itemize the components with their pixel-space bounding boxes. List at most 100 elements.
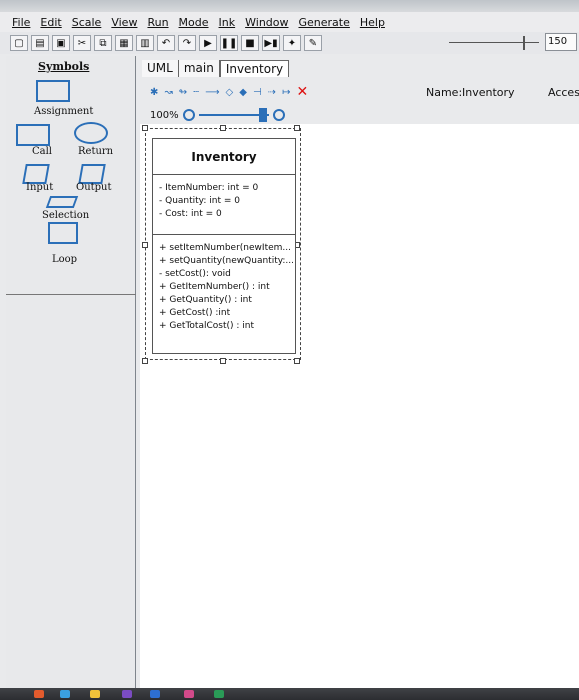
input-symbol-icon[interactable] [22,164,50,184]
uml-class-box[interactable]: Inventory - ItemNumber: int = 0 - Quanti… [152,138,296,354]
pen-icon[interactable]: ✎ [304,35,322,51]
name-label: Name: [426,86,463,99]
resize-handle-bottom-left[interactable] [142,358,148,364]
resize-handle-top-right[interactable] [294,125,300,131]
copy-icon[interactable]: ⧉ [94,35,112,51]
zoom-slider[interactable] [198,108,269,122]
attribute-row[interactable]: - Cost: int = 0 [159,209,295,222]
loop-symbol-label: Loop [52,254,78,265]
uml-toolbar: ✱ ↝ ↬ ┄ ⟶ ◇ ◆ ⊣ ⇢ ↦ ✕ [150,84,420,100]
tab-main[interactable]: main [178,60,220,77]
attribute-row[interactable]: - ItemNumber: int = 0 [159,183,295,196]
app-icon[interactable] [214,690,224,698]
dependency-icon[interactable]: ┄ [193,87,199,98]
cut-icon[interactable]: ✂ [73,35,91,51]
menu-view[interactable]: View [111,16,137,29]
selection-symbol-icon[interactable] [45,196,79,208]
save-icon[interactable]: ▣ [52,35,70,51]
output-symbol-label: Output [76,182,112,193]
execution-speed-slider[interactable] [449,36,539,50]
resize-handle-left[interactable] [142,242,148,248]
tab-inventory[interactable]: Inventory [219,60,290,77]
app-icon[interactable] [122,690,132,698]
new-file-icon[interactable]: ▢ [10,35,28,51]
tab-uml[interactable]: UML [142,60,179,77]
delete-icon[interactable]: ✕ [296,84,308,100]
resize-handle-top-left[interactable] [142,125,148,131]
menu-edit[interactable]: Edit [40,16,61,29]
call-symbol-icon[interactable] [16,124,50,146]
return-symbol-label: Return [78,146,114,157]
method-row[interactable]: + GetCost() :int [159,308,295,321]
realization-icon[interactable]: ⇢ [268,87,276,98]
paste-icon[interactable]: ▦ [115,35,133,51]
class-attributes: - ItemNumber: int = 0 - Quantity: int = … [153,175,295,235]
menu-ink[interactable]: Ink [219,16,236,29]
zoom-percent: 100% [150,109,179,121]
method-row[interactable]: + setQuantity(newQuantity:... [159,256,295,269]
method-row[interactable]: + GetQuantity() : int [159,295,295,308]
pause-icon[interactable]: ❚❚ [220,35,238,51]
menu-help[interactable]: Help [360,16,385,29]
loop-symbol-icon[interactable] [48,222,78,244]
resize-handle-bottom[interactable] [220,358,226,364]
method-row[interactable]: - setCost(): void [159,269,295,282]
menu-mode[interactable]: Mode [179,16,209,29]
step-icon[interactable]: ▶▮ [262,35,280,51]
selection-symbol-label: Selection [42,210,90,221]
app-icon[interactable] [34,690,44,698]
zoom-slider-thumb[interactable] [258,108,267,122]
assignment-symbol-icon[interactable] [36,80,70,102]
add-method-icon[interactable]: ↬ [179,87,187,98]
association-icon[interactable]: ⟶ [205,87,219,98]
link-icon[interactable]: ↦ [282,87,290,98]
access-label: Access [548,86,579,99]
title-bar [0,0,579,12]
app-icon[interactable] [60,690,70,698]
app-icon[interactable] [150,690,160,698]
class-methods: + setItemNumber(newItem... + setQuantity… [153,235,295,353]
menu-run[interactable]: Run [147,16,168,29]
run-icon[interactable]: ▶ [199,35,217,51]
speed-slider-thumb[interactable] [522,36,525,50]
app-icon[interactable] [90,690,100,698]
aggregation-icon[interactable]: ◇ [226,87,234,98]
menu-window[interactable]: Window [245,16,288,29]
name-input[interactable]: Inventory [462,86,515,99]
breakpoint-icon[interactable]: ✦ [283,35,301,51]
menu-bar: File Edit Scale View Run Mode Ink Window… [0,12,579,32]
speed-value-field[interactable]: 150 [545,33,577,51]
add-attribute-icon[interactable]: ↝ [164,87,172,98]
composition-icon[interactable]: ◆ [239,87,247,98]
resize-handle-top[interactable] [220,125,226,131]
stop-icon[interactable]: ■ [241,35,259,51]
undo-icon[interactable]: ↶ [157,35,175,51]
method-row[interactable]: + setItemNumber(newItem... [159,243,295,256]
tab-strip: UML main Inventory [142,60,290,77]
taskbar [0,688,579,700]
redo-icon[interactable]: ↷ [178,35,196,51]
menu-generate[interactable]: Generate [299,16,350,29]
menu-scale[interactable]: Scale [72,16,102,29]
zoom-out-icon[interactable] [182,109,195,121]
class-name[interactable]: Inventory [153,139,295,175]
zoom-controls: 100% [150,106,330,124]
print-icon[interactable]: ▥ [136,35,154,51]
add-class-icon[interactable]: ✱ [150,87,158,98]
app-icon[interactable] [184,690,194,698]
symbols-title: Symbols [38,60,90,73]
inheritance-icon[interactable]: ⊣ [253,87,262,98]
method-row[interactable]: + GetItemNumber() : int [159,282,295,295]
return-symbol-icon[interactable] [74,122,108,144]
symbols-panel: Symbols Assignment Call Return Input Out… [6,56,136,696]
output-symbol-icon[interactable] [78,164,106,184]
zoom-in-icon[interactable] [272,109,285,121]
method-row[interactable]: + GetTotalCost() : int [159,321,295,334]
call-symbol-label: Call [32,146,53,157]
input-symbol-label: Input [26,182,54,193]
open-folder-icon[interactable]: ▤ [31,35,49,51]
panel-divider [6,294,136,295]
menu-file[interactable]: File [12,16,30,29]
resize-handle-bottom-right[interactable] [294,358,300,364]
attribute-row[interactable]: - Quantity: int = 0 [159,196,295,209]
